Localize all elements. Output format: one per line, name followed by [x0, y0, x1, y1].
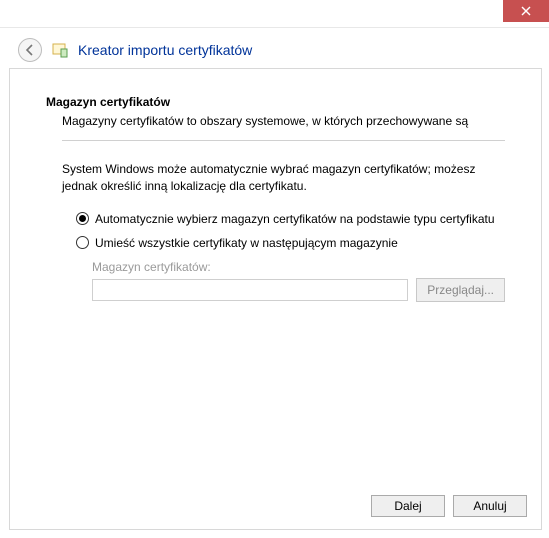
- close-button[interactable]: [503, 0, 549, 22]
- browse-button: Przeglądaj...: [416, 278, 505, 302]
- certificate-wizard-icon: [52, 42, 68, 58]
- store-path-input: [92, 279, 408, 301]
- radio-icon: [76, 212, 89, 225]
- close-icon: [521, 6, 531, 16]
- section-heading: Magazyn certyfikatów: [46, 95, 505, 109]
- cancel-button[interactable]: Anuluj: [453, 495, 527, 517]
- wizard-title: Kreator importu certyfikatów: [78, 42, 252, 58]
- radio-manual-label: Umieść wszystkie certyfikaty w następują…: [95, 236, 398, 250]
- next-button[interactable]: Dalej: [371, 495, 445, 517]
- divider: [62, 140, 505, 141]
- radio-icon: [76, 236, 89, 249]
- window-titlebar: [0, 0, 549, 28]
- wizard-footer: Dalej Anuluj: [371, 495, 527, 517]
- store-radio-group: Automatycznie wybierz magazyn certyfikat…: [46, 212, 505, 250]
- store-field-label: Magazyn certyfikatów:: [92, 260, 505, 274]
- store-subsection: Magazyn certyfikatów: Przeglądaj...: [46, 260, 505, 302]
- radio-auto-select[interactable]: Automatycznie wybierz magazyn certyfikat…: [76, 212, 505, 226]
- back-button[interactable]: [18, 38, 42, 62]
- radio-manual-select[interactable]: Umieść wszystkie certyfikaty w następują…: [76, 236, 505, 250]
- arrow-left-icon: [23, 43, 37, 57]
- radio-auto-label: Automatycznie wybierz magazyn certyfikat…: [95, 212, 495, 226]
- section-instruction: System Windows może automatycznie wybrać…: [46, 161, 505, 196]
- content-frame: Magazyn certyfikatów Magazyny certyfikat…: [9, 68, 542, 530]
- section-description: Magazyny certyfikatów to obszary systemo…: [46, 113, 505, 130]
